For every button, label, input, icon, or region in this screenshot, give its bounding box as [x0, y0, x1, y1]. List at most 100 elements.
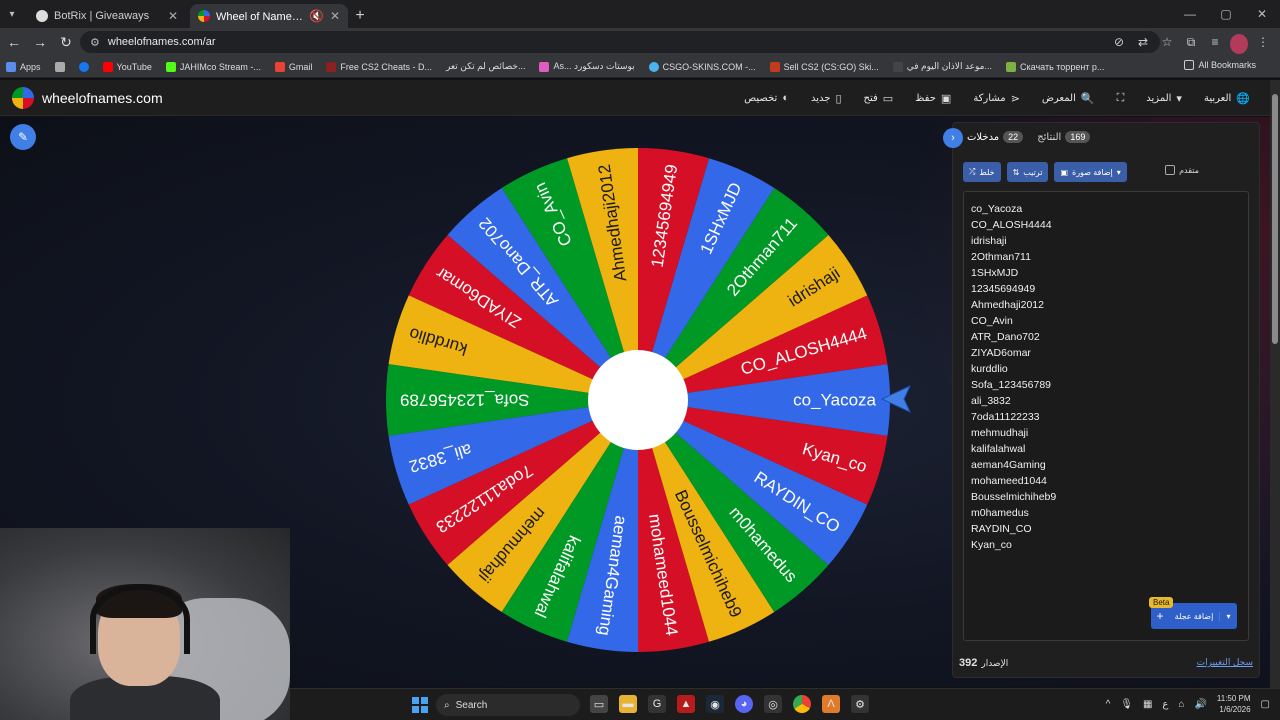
page-scrollbar[interactable] — [1270, 80, 1280, 688]
bookmark-item[interactable]: Gmail — [274, 61, 312, 72]
mute-icon[interactable]: 🔇 — [309, 9, 324, 23]
new-tab-button[interactable]: + — [348, 4, 372, 28]
tab-botrix[interactable]: BotRix | Giveaways ✕ — [28, 4, 186, 28]
bookmark-item[interactable]: Скачать торрент р... — [1006, 61, 1105, 72]
extensions-icon[interactable]: ⧉ — [1182, 32, 1200, 52]
bookmark-item[interactable]: خصائص لم تكن تعر... — [446, 61, 526, 72]
discord-icon[interactable]: ◕ — [735, 695, 753, 713]
name-wheel[interactable]: co_YacozaCO_ALOSH4444idrishaji2Othman711… — [383, 145, 893, 655]
shuffle-button[interactable]: ⤮ خلط — [963, 162, 1001, 182]
menu-share[interactable]: ⋖ مشاركة — [973, 92, 1020, 105]
site-info-icon[interactable]: ⚙ — [90, 36, 100, 49]
sort-button[interactable]: ⇅ ترتيب — [1006, 162, 1049, 182]
settings-gear-icon[interactable]: ⚙ — [851, 695, 869, 713]
menu-gallery[interactable]: 🔍 المعرض — [1042, 92, 1095, 105]
bookmark-item[interactable] — [78, 61, 89, 72]
file-explorer-icon[interactable]: ▬ — [619, 695, 637, 713]
wheel-logo-icon[interactable] — [12, 86, 34, 109]
menu-language[interactable]: 🌐 العربية — [1204, 92, 1250, 105]
menu-open[interactable]: ▭ فتح — [864, 92, 894, 105]
red-app-icon[interactable]: ▲ — [677, 695, 695, 713]
tab-results[interactable]: النتائج 169 — [1037, 131, 1091, 143]
checkbox-box[interactable] — [1165, 165, 1176, 175]
chrome-icon[interactable] — [793, 695, 811, 713]
bookmark-item[interactable]: YouTube — [102, 61, 152, 72]
reading-list-icon[interactable]: ≡ — [1206, 32, 1224, 52]
taskbar-clock[interactable]: 11:50 PM 1/6/2026 — [1217, 693, 1251, 715]
menu-more[interactable]: ▾ المزيد — [1146, 92, 1182, 105]
browser-menu-icon[interactable]: ⋮ — [1254, 32, 1272, 52]
profile-avatar[interactable] — [1230, 34, 1248, 54]
entry-line: idrishaji — [971, 235, 1007, 247]
wheel-center-hub[interactable] — [588, 350, 688, 450]
tab-title: BotRix | Giveaways — [54, 10, 150, 22]
bookmark-item[interactable]: موعد الاذان اليوم في... — [892, 61, 992, 72]
tray-app-icon[interactable]: ▦ — [1143, 699, 1152, 710]
bookmark-item[interactable]: As... بوستات دسكورد — [539, 61, 635, 72]
advanced-checkbox[interactable]: متقدم — [1165, 165, 1199, 175]
eye-off-icon[interactable]: ⊘ — [1110, 32, 1128, 52]
sort-icon: ⇅ — [1012, 167, 1020, 177]
tab-entries[interactable]: مدخلات 22 — [967, 131, 1024, 143]
bookmark-item[interactable] — [54, 61, 65, 72]
bookmark-item[interactable]: CSGO-SKINS.COM -... — [648, 61, 756, 72]
entries-textarea[interactable]: co_Yacoza CO_ALOSH4444 idrishaji 2Othman711… — [963, 191, 1249, 641]
mic-icon[interactable]: 🎙 — [1120, 699, 1133, 710]
menu-new[interactable]: ▯ جديد — [811, 92, 842, 105]
bookmark-label: Sell CS2 (CS:GO) Ski... — [783, 61, 879, 72]
minimize-icon[interactable]: — — [1172, 0, 1208, 28]
sell-cs2-icon — [769, 61, 780, 72]
chevron-down-icon[interactable]: ▾ — [1219, 611, 1237, 621]
site-name[interactable]: wheelofnames.com — [42, 90, 163, 106]
bookmark-item[interactable]: Free CS2 Cheats - D... — [326, 61, 432, 72]
site-header: wheelofnames.com 🌐 العربية ▾ المزيد ⛶ 🔍 الم… — [0, 80, 1270, 116]
bookmark-star-icon[interactable]: ☆ — [1158, 32, 1176, 52]
edit-pencil-icon[interactable]: ✎ — [10, 124, 36, 150]
entry-line: ATR_Dano702 — [971, 331, 1040, 343]
windows-start-icon[interactable] — [412, 697, 428, 713]
search-icon: ⌕ — [444, 699, 450, 711]
address-bar[interactable]: ⚙ wheelofnames.com/ar — [80, 31, 1160, 53]
orange-app-icon[interactable]: Λ — [822, 695, 840, 713]
all-bookmarks[interactable]: All Bookmarks — [1184, 60, 1256, 70]
version-info: 392 الإصدار — [959, 657, 1008, 669]
obs-icon[interactable]: ◎ — [764, 695, 782, 713]
tab-search-icon[interactable]: ▾ — [0, 0, 24, 28]
entry-line: co_Yacoza — [971, 203, 1023, 215]
language-indicator[interactable]: ع — [1162, 699, 1168, 710]
bookmark-item[interactable]: JAHIMco Stream -... — [165, 61, 261, 72]
results-count-badge: 169 — [1065, 131, 1091, 143]
entry-line: 2Othman711 — [971, 251, 1031, 263]
g-app-icon[interactable]: G — [648, 695, 666, 713]
translate-icon[interactable]: ⇄ — [1134, 32, 1152, 52]
reload-icon[interactable]: ↻ — [54, 30, 78, 54]
menu-label: فتح — [863, 92, 878, 104]
menu-customize[interactable]: ◐ تخصيص — [744, 92, 789, 104]
forward-icon[interactable]: → — [28, 30, 52, 54]
browser-toolbar: ← → ↻ ⚙ wheelofnames.com/ar ⊘ ⇄ ☆ ⧉ ≡ ⋮ — [0, 28, 1280, 56]
menu-save[interactable]: ▣ حفظ — [915, 92, 951, 105]
tray-chevron-icon[interactable]: ^ — [1106, 699, 1111, 710]
back-icon[interactable]: ← — [2, 30, 26, 54]
maximize-icon[interactable]: ▢ — [1208, 0, 1244, 28]
add-image-button[interactable]: ▣ إضافة صورة ▾ — [1054, 162, 1127, 182]
torrent-icon — [1006, 61, 1017, 72]
bookmark-item[interactable]: Sell CS2 (CS:GO) Ski... — [769, 61, 879, 72]
network-icon[interactable]: ⌂ — [1178, 699, 1184, 710]
bookmark-label: CSGO-SKINS.COM -... — [662, 61, 756, 72]
volume-icon[interactable]: 🔊 — [1194, 699, 1206, 710]
changelog-link[interactable]: سجل التغييرات — [1197, 657, 1253, 669]
close-icon[interactable]: ✕ — [330, 9, 340, 23]
scrollbar-thumb[interactable] — [1272, 94, 1278, 344]
window-close-icon[interactable]: ✕ — [1244, 0, 1280, 28]
wheel-slice-label: Sofa_123456789 — [400, 391, 530, 410]
notifications-icon[interactable]: ▢ — [1261, 699, 1270, 710]
taskbar-search[interactable]: ⌕ Search — [436, 694, 580, 716]
bookmark-item[interactable]: Apps — [6, 61, 41, 72]
close-icon[interactable]: ✕ — [168, 9, 178, 23]
menu-fullscreen[interactable]: ⛶ — [1117, 92, 1125, 105]
bookmark-label: Скачать торрент р... — [1020, 61, 1105, 72]
steam-icon[interactable]: ◉ — [706, 695, 724, 713]
task-view-icon[interactable]: ▭ — [590, 695, 608, 713]
tab-wheel-of-names[interactable]: Wheel of Names | العشوائي 🔇 ✕ — [190, 4, 348, 28]
